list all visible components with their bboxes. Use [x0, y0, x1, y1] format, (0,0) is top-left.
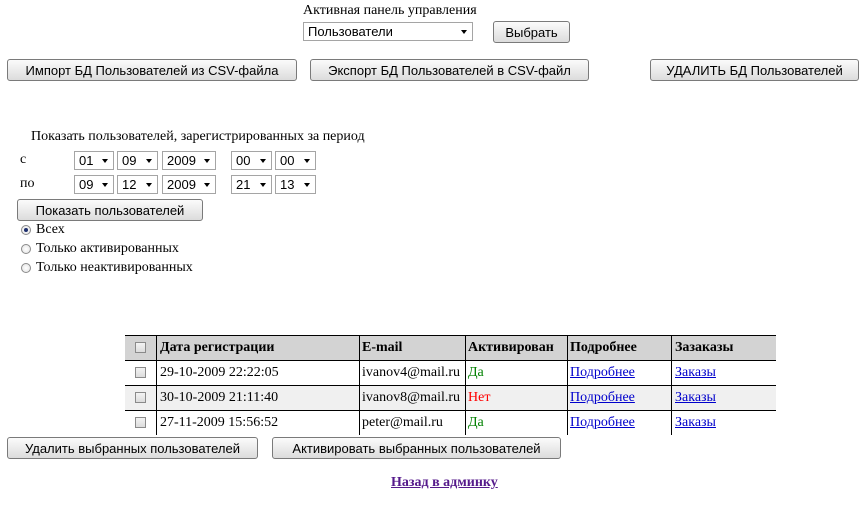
table-rule: [125, 385, 776, 386]
radio-activated[interactable]: [21, 244, 31, 254]
to-minute-value: 13: [280, 177, 295, 192]
radio-not-activated[interactable]: [21, 263, 31, 273]
from-day-value: 01: [79, 153, 94, 168]
chevron-down-icon: [146, 158, 152, 163]
row-details-link[interactable]: Подробнее: [570, 365, 635, 381]
radio-activated-label: Только активированных: [36, 241, 179, 256]
row-email: ivanov8@mail.ru: [362, 390, 461, 405]
row-date: 29-10-2009 22:22:05: [160, 365, 279, 380]
chevron-down-icon: [304, 158, 310, 163]
table-rule: [359, 335, 360, 435]
row-activated: Да: [468, 365, 484, 380]
row-checkbox[interactable]: [135, 392, 146, 403]
to-minute-select[interactable]: 13: [275, 175, 316, 194]
to-hour-value: 21: [236, 177, 251, 192]
radio-not-activated-label: Только неактивированных: [36, 260, 193, 275]
radio-all-label: Всех: [36, 222, 65, 237]
header-orders: Зазаказы: [675, 340, 734, 355]
chevron-down-icon: [304, 182, 310, 187]
panel-select-value: Пользователи: [308, 24, 393, 39]
table-rule: [465, 335, 466, 435]
panel-select[interactable]: Пользователи: [303, 22, 473, 41]
delete-db-button[interactable]: УДАЛИТЬ БД Пользователей: [650, 59, 859, 81]
back-to-admin-link[interactable]: Назад в админку: [391, 475, 498, 491]
period-title: Показать пользователей, зарегистрированн…: [31, 129, 365, 144]
activate-selected-button[interactable]: Активировать выбранных пользователей: [272, 437, 561, 459]
from-minute-select[interactable]: 00: [275, 151, 316, 170]
row-date: 30-10-2009 21:11:40: [160, 390, 279, 405]
chevron-down-icon: [146, 182, 152, 187]
import-csv-button[interactable]: Импорт БД Пользователей из CSV-файла: [7, 59, 297, 81]
row-checkbox[interactable]: [135, 417, 146, 428]
from-year-select[interactable]: 2009: [162, 151, 216, 170]
from-hour-value: 00: [236, 153, 251, 168]
from-minute-value: 00: [280, 153, 295, 168]
header-date: Дата регистрации: [160, 340, 275, 355]
from-month-value: 09: [122, 153, 137, 168]
to-hour-select[interactable]: 21: [231, 175, 272, 194]
to-label: по: [20, 176, 35, 191]
export-csv-button[interactable]: Экспорт БД Пользователей в CSV-файл: [310, 59, 589, 81]
row-checkbox[interactable]: [135, 367, 146, 378]
row-orders-link[interactable]: Заказы: [675, 415, 716, 431]
chevron-down-icon: [461, 29, 467, 34]
chevron-down-icon: [102, 158, 108, 163]
from-label: с: [20, 152, 27, 167]
to-month-value: 12: [122, 177, 137, 192]
to-month-select[interactable]: 12: [117, 175, 158, 194]
table-rule: [671, 335, 672, 435]
from-month-select[interactable]: 09: [117, 151, 158, 170]
row-activated: Да: [468, 415, 484, 430]
header-email: E-mail: [362, 340, 403, 355]
select-all-checkbox[interactable]: [135, 342, 146, 353]
row-activated: Нет: [468, 390, 491, 405]
row-details-link[interactable]: Подробнее: [570, 415, 635, 431]
chevron-down-icon: [260, 182, 266, 187]
from-hour-select[interactable]: 00: [231, 151, 272, 170]
panel-label: Активная панель управления: [303, 3, 477, 18]
header-details: Подробнее: [570, 340, 637, 355]
from-day-select[interactable]: 01: [74, 151, 114, 170]
to-year-select[interactable]: 2009: [162, 175, 216, 194]
to-day-select[interactable]: 09: [74, 175, 114, 194]
table-rule: [125, 360, 776, 361]
header-activated: Активирован: [468, 340, 554, 355]
table-rule: [125, 410, 776, 411]
table-rule: [125, 335, 776, 336]
table-rule: [156, 335, 157, 435]
table-rule: [567, 335, 568, 435]
to-year-value: 2009: [167, 177, 196, 192]
row-email: ivanov4@mail.ru: [362, 365, 461, 380]
select-panel-button[interactable]: Выбрать: [493, 21, 570, 43]
to-day-value: 09: [79, 177, 94, 192]
show-users-button[interactable]: Показать пользователей: [17, 199, 203, 221]
row-date: 27-11-2009 15:56:52: [160, 415, 279, 430]
row-email: peter@mail.ru: [362, 415, 443, 430]
chevron-down-icon: [204, 182, 210, 187]
chevron-down-icon: [204, 158, 210, 163]
row-orders-link[interactable]: Заказы: [675, 390, 716, 406]
row-details-link[interactable]: Подробнее: [570, 390, 635, 406]
chevron-down-icon: [102, 182, 108, 187]
chevron-down-icon: [260, 158, 266, 163]
row-orders-link[interactable]: Заказы: [675, 365, 716, 381]
radio-all[interactable]: [21, 225, 31, 235]
from-year-value: 2009: [167, 153, 196, 168]
delete-selected-button[interactable]: Удалить выбранных пользователей: [7, 437, 258, 459]
